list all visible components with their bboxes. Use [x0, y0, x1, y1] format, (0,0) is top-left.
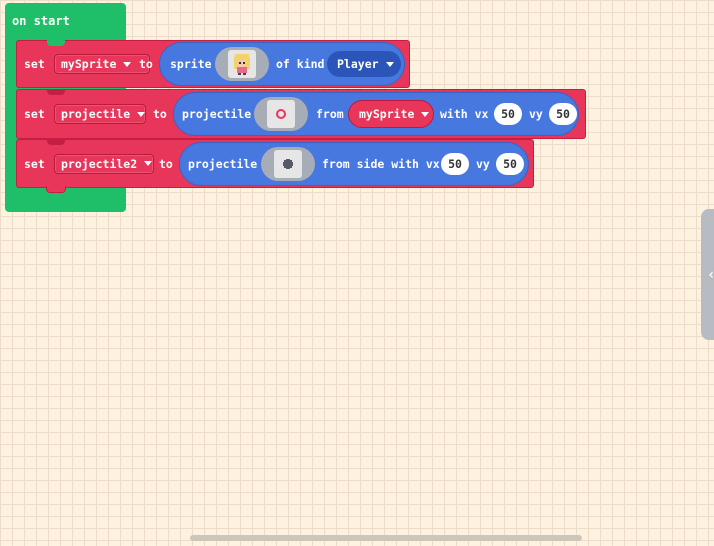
variable-dropdown-projectile[interactable]: projectile [54, 104, 146, 124]
from-keyword: from [316, 107, 344, 121]
vx-input[interactable]: 50 [494, 103, 522, 125]
set-keyword: set [24, 107, 45, 121]
variable-name: projectile [61, 107, 131, 121]
flyout-toggle[interactable]: ‹ [701, 209, 714, 340]
set-mysprite-block[interactable]: set mySprite to sprite of kind Player [16, 40, 410, 88]
projectile-keyword: projectile [182, 107, 252, 121]
vx-input[interactable]: 50 [441, 152, 469, 175]
block-bottom-notch [46, 186, 66, 193]
source-sprite-dropdown[interactable]: mySprite [348, 100, 434, 128]
projectile-from-sprite-expression[interactable]: projectile from mySprite with vx 50 vy 5… [173, 92, 579, 136]
variable-dropdown-mysprite[interactable]: mySprite [54, 54, 150, 74]
projectile2-image-picker[interactable] [261, 146, 315, 181]
on-start-label: on start [12, 14, 70, 28]
set-projectile-block[interactable]: set projectile to projectile from mySpri… [16, 89, 586, 139]
set-keyword: set [24, 156, 45, 171]
to-keyword: to [159, 156, 173, 171]
projectile-thumbnail-icon [267, 100, 295, 128]
horizontal-scrollbar[interactable] [190, 535, 582, 541]
vy-input[interactable]: 50 [496, 152, 524, 175]
caret-down-icon [421, 111, 430, 117]
caret-down-icon [137, 111, 146, 117]
to-keyword: to [139, 57, 153, 71]
source-sprite-name: mySprite [359, 107, 415, 121]
variable-name: mySprite [61, 57, 117, 71]
projectile-image-picker[interactable] [254, 97, 308, 131]
vy-keyword: vy [476, 156, 490, 171]
vy-input[interactable]: 50 [549, 103, 577, 125]
caret-down-icon [123, 61, 132, 67]
of-kind-keyword: of kind [276, 57, 325, 71]
caret-down-icon [385, 61, 394, 67]
kind-dropdown[interactable]: Player [327, 51, 401, 77]
block-notch [47, 40, 65, 46]
caret-down-icon [144, 161, 153, 166]
projectile-from-side-expression[interactable]: projectile from side with vx 50 vy 50 [179, 141, 529, 186]
kind-value: Player [337, 57, 379, 71]
projectile2-thumbnail-icon [274, 149, 302, 178]
set-keyword: set [24, 57, 45, 71]
sprite-keyword: sprite [170, 57, 212, 71]
sprite-image-picker[interactable] [215, 47, 269, 81]
sprite-create-expression[interactable]: sprite of kind Player [159, 42, 405, 86]
set-projectile2-block[interactable]: set projectile2 to projectile from side … [16, 139, 534, 188]
variable-name: projectile2 [61, 156, 138, 171]
variable-dropdown-projectile2[interactable]: projectile2 [54, 153, 154, 174]
vy-keyword: vy [529, 107, 543, 121]
with-vx-keyword: with vx [440, 107, 489, 121]
block-notch [47, 89, 65, 95]
projectile-keyword: projectile [188, 156, 258, 171]
block-notch [47, 139, 65, 145]
from-side-keyword: from side with vx [322, 156, 440, 171]
chevron-left-icon: ‹ [707, 267, 714, 283]
sprite-thumbnail-icon [228, 50, 256, 78]
to-keyword: to [153, 107, 167, 121]
